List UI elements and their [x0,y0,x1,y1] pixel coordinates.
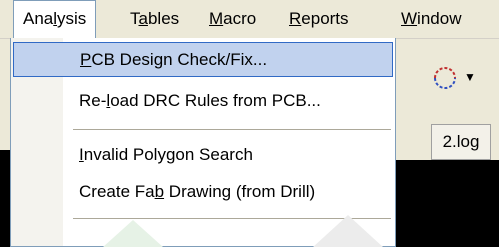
log-tab-label: 2.log [442,132,480,151]
lasso-select-icon[interactable] [431,64,459,92]
analysis-dropdown-menu: PCB Design Check/Fix... Re-load DRC Rule… [10,38,396,247]
menu-tables-label-c: bles [147,9,180,28]
menu-reports-label-b: R [289,9,302,28]
menu-item-create-fab-drawing-label-a: Create Fa [79,182,155,201]
faded-background-shapes [103,215,383,247]
menu-tables-label-a: T [130,9,139,28]
menu-analysis-label-c: ysis [57,9,87,28]
menu-item-pcb-design-check-label-b: P [80,50,92,69]
menu-reports-label-c: eports [301,9,349,28]
menu-reports[interactable]: Reports [280,0,358,38]
dropdown-arrow-icon[interactable]: ▼ [464,70,476,84]
menu-analysis-label-a: Ana [23,9,54,28]
menu-bar: Analysis Tables Macro Reports Window [0,0,499,39]
menu-macro-label-b: M [209,9,224,28]
menu-tables-label-b: a [138,9,148,28]
menu-window-label-b: W [401,9,418,28]
menu-item-create-fab-drawing-label-c: Drawing (from Drill) [164,182,316,201]
menu-window[interactable]: Window [392,0,470,38]
menu-tables[interactable]: Tables [121,0,188,38]
menu-item-pcb-design-check[interactable]: PCB Design Check/Fix... [13,42,393,77]
menu-item-pcb-design-check-label-c: CB Design Check/Fix... [91,50,268,69]
menu-item-reload-drc-rules-label-c: oad DRC Rules from PCB... [110,91,321,110]
log-tab[interactable]: 2.log [431,124,491,160]
menu-analysis[interactable]: Analysis [13,0,97,38]
menu-item-create-fab-drawing-label-b: b [154,182,165,201]
menu-macro[interactable]: Macro [200,0,265,38]
menu-item-create-fab-drawing[interactable]: Create Fab Drawing (from Drill) [13,174,393,209]
menu-item-invalid-polygon-search[interactable]: Invalid Polygon Search [13,137,393,172]
menu-window-label-c: indow [417,9,462,28]
menu-macro-label-c: acro [223,9,257,28]
menu-item-invalid-polygon-search-label-c: nvalid Polygon Search [83,145,253,164]
menu-item-reload-drc-rules[interactable]: Re-load DRC Rules from PCB... [13,83,393,118]
menu-item-reload-drc-rules-label-a: Re- [79,91,107,110]
menu-separator [73,129,391,130]
workspace-canvas [393,160,499,247]
